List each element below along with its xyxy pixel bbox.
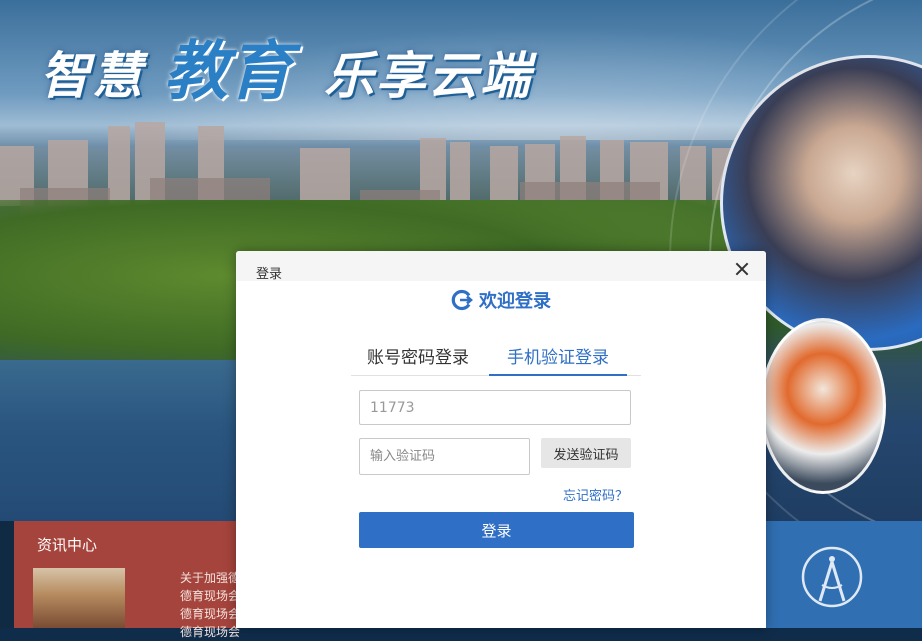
compass-logo-icon bbox=[801, 546, 863, 608]
close-icon[interactable] bbox=[734, 261, 750, 277]
news-list: 关于加强德 德育现场会 德育现场会 德育现场会 bbox=[180, 569, 244, 641]
welcome-text: 欢迎登录 bbox=[479, 291, 551, 312]
phone-number-input[interactable] bbox=[359, 390, 631, 425]
modal-title: 登录 bbox=[256, 267, 283, 282]
forgot-password-link[interactable]: 忘记密码？ bbox=[563, 485, 628, 504]
robotics-photo-small bbox=[760, 318, 886, 494]
news-item[interactable]: 关于加强德 bbox=[180, 569, 244, 587]
news-center-panel: 资讯中心 关于加强德 德育现场会 德育现场会 德育现场会 bbox=[14, 521, 244, 639]
news-item[interactable]: 德育现场会 bbox=[180, 623, 244, 641]
modal-header: 登录 bbox=[236, 251, 766, 282]
tab-account-password[interactable]: 账号密码登录 bbox=[367, 343, 469, 374]
welcome-heading: 欢迎登录 bbox=[236, 287, 766, 312]
login-button[interactable]: 登录 bbox=[359, 512, 634, 548]
left-edge-strip bbox=[0, 521, 14, 628]
news-center-title: 资讯中心 bbox=[37, 536, 98, 554]
login-logo-icon bbox=[451, 289, 473, 311]
slogan-part-3: 乐享云端 bbox=[324, 47, 532, 105]
slogan-part-2: 教育 bbox=[164, 35, 292, 109]
slogan-part-1: 智慧 bbox=[40, 47, 144, 105]
verification-code-input[interactable] bbox=[359, 438, 530, 475]
login-modal: 登录 欢迎登录 账号密码登录 手机验证登录 发送验证码 忘记密码？ 登录 bbox=[236, 251, 766, 628]
right-info-block bbox=[766, 521, 922, 628]
news-item[interactable]: 德育现场会 bbox=[180, 587, 244, 605]
send-code-button[interactable]: 发送验证码 bbox=[541, 438, 631, 468]
news-thumbnail[interactable] bbox=[33, 568, 125, 628]
tab-phone-verify[interactable]: 手机验证登录 bbox=[489, 343, 627, 376]
news-item[interactable]: 德育现场会 bbox=[180, 605, 244, 623]
login-tabs: 账号密码登录 手机验证登录 bbox=[351, 335, 641, 376]
